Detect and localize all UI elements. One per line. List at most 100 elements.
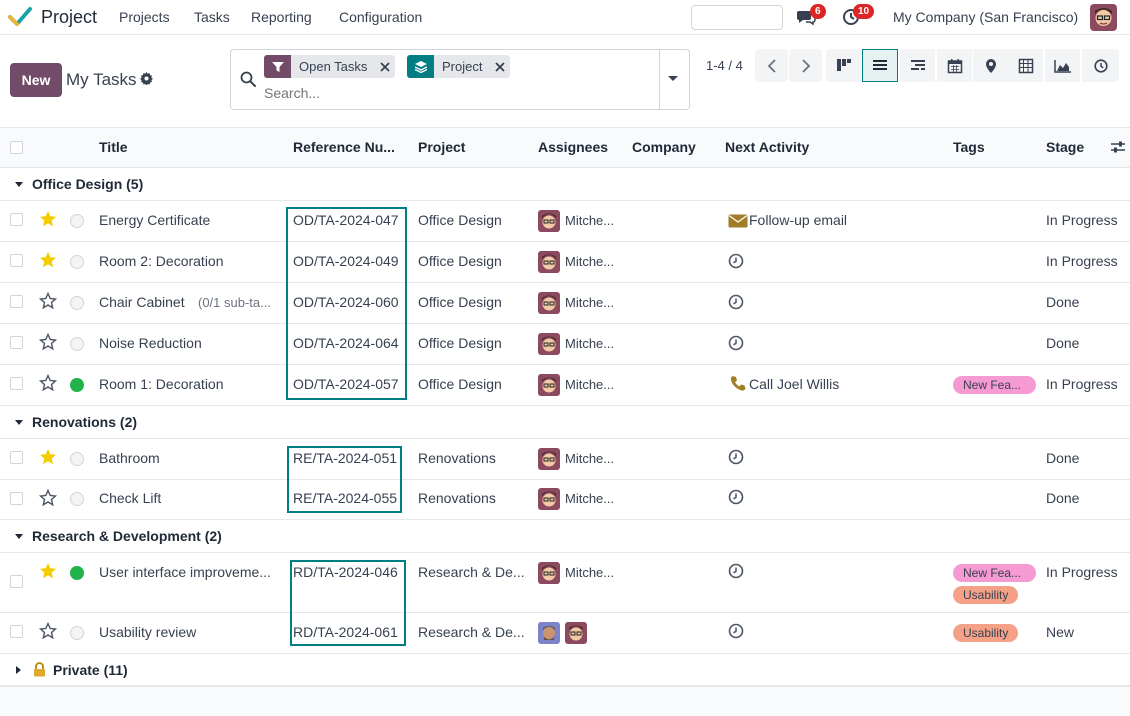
row-checkbox[interactable] [10,377,23,390]
tag-usability[interactable]: Usability [953,624,1019,642]
tag-new-feature[interactable]: New Fea... [953,376,1036,394]
star-outline-icon[interactable] [39,374,57,392]
view-pivot-button[interactable] [1008,49,1044,82]
navbar-quick-search[interactable] [691,5,783,30]
user-avatar[interactable] [1090,4,1117,31]
column-stage[interactable]: Stage [1046,139,1084,155]
menu-reporting[interactable]: Reporting [251,9,312,25]
star-outline-icon[interactable] [39,333,57,351]
search-options-chevron-down-icon[interactable] [668,76,678,81]
view-kanban-button[interactable] [826,49,862,82]
row-checkbox[interactable] [10,625,23,638]
star-outline-icon[interactable] [39,622,57,640]
menu-tasks[interactable]: Tasks [194,9,230,25]
group-label[interactable]: Renovations (2) [32,414,137,430]
phone-icon[interactable] [730,375,746,391]
clock-icon[interactable] [728,489,744,505]
group-label[interactable]: Office Design (5) [32,176,143,192]
row-checkbox[interactable] [10,295,23,308]
column-reference-number[interactable]: Reference Nu... [293,139,395,155]
remove-facet-close-icon[interactable] [490,55,510,78]
status-dot[interactable] [70,492,84,506]
optional-columns-sliders-icon[interactable] [1110,140,1126,154]
status-dot[interactable] [70,378,84,392]
avatar[interactable] [538,374,560,396]
star-outline-icon[interactable] [39,489,57,507]
status-dot[interactable] [70,214,84,228]
gear-icon[interactable] [140,72,153,85]
star-filled-icon[interactable] [39,448,57,466]
pager-next-button[interactable] [789,49,822,82]
column-tags[interactable]: Tags [953,139,985,155]
remove-facet-close-icon[interactable] [375,55,395,78]
avatar[interactable] [538,488,560,510]
row-checkbox[interactable] [10,575,23,588]
envelope-icon[interactable] [728,213,748,229]
avatar[interactable] [538,562,560,584]
select-all-checkbox[interactable] [10,141,23,154]
table-row[interactable] [0,553,1130,613]
star-outline-icon[interactable] [39,292,57,310]
avatar[interactable] [538,333,560,355]
status-dot[interactable] [70,626,84,640]
next-activity[interactable]: Call Joel Willis [749,376,839,392]
menu-projects[interactable]: Projects [119,9,170,25]
status-dot[interactable] [70,255,84,269]
avatar[interactable] [538,210,560,232]
status-dot[interactable] [70,566,84,580]
status-dot[interactable] [70,337,84,351]
new-button[interactable]: New [10,63,62,97]
clock-icon[interactable] [728,253,744,269]
column-project[interactable]: Project [418,139,465,155]
view-map-button[interactable] [973,49,1009,82]
view-activity-button[interactable] [1082,49,1120,82]
group-office-design[interactable] [0,168,1130,201]
menu-configuration[interactable]: Configuration [339,9,422,25]
company-switcher[interactable]: My Company (San Francisco) [893,9,1078,25]
column-next-activity[interactable]: Next Activity [725,139,809,155]
star-filled-icon[interactable] [39,210,57,228]
avatar[interactable] [538,622,560,644]
clock-icon[interactable] [728,449,744,465]
avatar[interactable] [538,251,560,273]
pager-value[interactable]: 1-4 / 4 [706,58,743,73]
star-filled-icon[interactable] [39,562,57,580]
row-checkbox[interactable] [10,336,23,349]
row-checkbox[interactable] [10,492,23,505]
search-input[interactable] [264,85,644,101]
view-calendar-button[interactable] [937,49,973,82]
app-name[interactable]: Project [41,7,97,28]
chevron-right-icon[interactable] [16,666,21,674]
column-company[interactable]: Company [632,139,696,155]
clock-icon[interactable] [728,335,744,351]
chevron-down-icon[interactable] [15,420,23,425]
clock-icon[interactable] [728,623,744,639]
row-checkbox[interactable] [10,451,23,464]
group-renovations[interactable] [0,406,1130,439]
chevron-down-icon[interactable] [15,182,23,187]
star-filled-icon[interactable] [39,251,57,269]
clock-icon[interactable] [728,563,744,579]
view-list-button[interactable] [862,49,898,82]
column-title[interactable]: Title [99,139,128,155]
status-dot[interactable] [70,296,84,310]
row-checkbox[interactable] [10,254,23,267]
status-dot[interactable] [70,452,84,466]
next-activity[interactable]: Follow-up email [749,212,847,228]
column-assignees[interactable]: Assignees [538,139,608,155]
row-checkbox[interactable] [10,213,23,226]
pager-previous-button[interactable] [755,49,788,82]
chevron-down-icon[interactable] [15,534,23,539]
group-label[interactable]: Research & Development (2) [32,528,222,544]
tag-usability[interactable]: Usability [953,586,1019,604]
group-private[interactable] [0,654,1130,686]
view-graph-button[interactable] [1045,49,1081,82]
avatar[interactable] [538,448,560,470]
tag-new-feature[interactable]: New Fea... [953,564,1036,582]
avatar[interactable] [538,292,560,314]
group-label[interactable]: Private (11) [53,662,128,678]
project-logo-icon[interactable] [8,6,32,28]
clock-icon[interactable] [728,294,744,310]
avatar[interactable] [565,622,587,644]
view-gantt-button[interactable] [900,49,936,82]
